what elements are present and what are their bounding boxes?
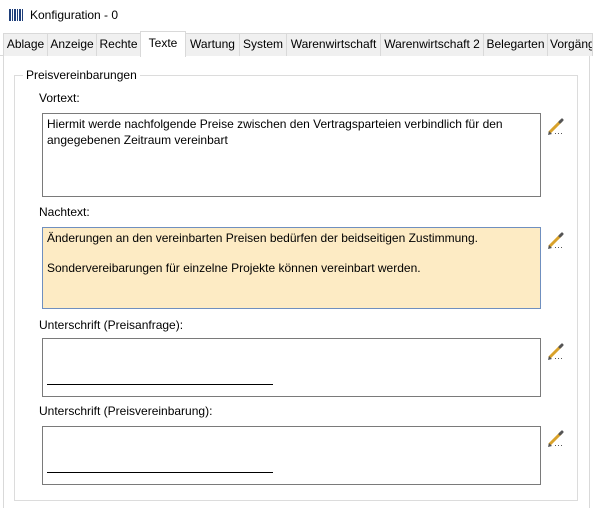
signature-line	[47, 384, 273, 385]
vortext-value: Hiermit werde nachfolgende Preise zwisch…	[47, 117, 506, 147]
group-title: Preisvereinbarungen	[23, 68, 140, 82]
vortext-label: Vortext:	[39, 91, 80, 105]
unterschrift-preisvereinbarung-field[interactable]	[42, 426, 541, 485]
tab-content-texte: Preisvereinbarungen Vortext: Hiermit wer…	[3, 56, 590, 508]
app-barcode-icon	[9, 9, 23, 21]
tab-ablage[interactable]: Ablage	[3, 33, 48, 56]
pencil-icon[interactable]	[547, 232, 565, 250]
nachtext-field[interactable]: Änderungen an den vereinbarten Preisen b…	[42, 227, 541, 309]
pencil-icon[interactable]	[547, 430, 565, 448]
nachtext-line-1: Änderungen an den vereinbarten Preisen b…	[47, 231, 478, 245]
tab-warenwirtschaft-2[interactable]: Warenwirtschaft 2	[380, 33, 484, 56]
nachtext-line-2: Sondervereibarungen für einzelne Projekt…	[47, 261, 421, 275]
tab-system[interactable]: System	[239, 33, 287, 56]
tab-wartung[interactable]: Wartung	[185, 33, 240, 56]
pencil-icon[interactable]	[547, 118, 565, 136]
vortext-field[interactable]: Hiermit werde nachfolgende Preise zwisch…	[42, 113, 541, 197]
nachtext-label: Nachtext:	[39, 205, 90, 219]
tab-rechte[interactable]: Rechte	[96, 33, 141, 56]
tab-anzeige[interactable]: Anzeige	[47, 33, 97, 56]
unterschrift-preisvereinbarung-label: Unterschrift (Preisvereinbarung):	[39, 404, 213, 418]
signature-line	[47, 472, 273, 473]
tab-texte[interactable]: Texte	[140, 31, 186, 57]
pencil-icon[interactable]	[547, 343, 565, 361]
unterschrift-preisanfrage-label: Unterschrift (Preisanfrage):	[39, 318, 184, 332]
title-bar: Konfiguration - 0	[0, 0, 593, 31]
tab-strip: Ablage Anzeige Rechte Texte Wartung Syst…	[0, 31, 593, 57]
tab-vorgaenge[interactable]: Vorgänge	[547, 33, 593, 56]
tab-warenwirtschaft[interactable]: Warenwirtschaft	[286, 33, 381, 56]
tab-belegarten[interactable]: Belegarten	[483, 33, 548, 56]
unterschrift-preisanfrage-field[interactable]	[42, 338, 541, 397]
window-title: Konfiguration - 0	[30, 8, 119, 22]
